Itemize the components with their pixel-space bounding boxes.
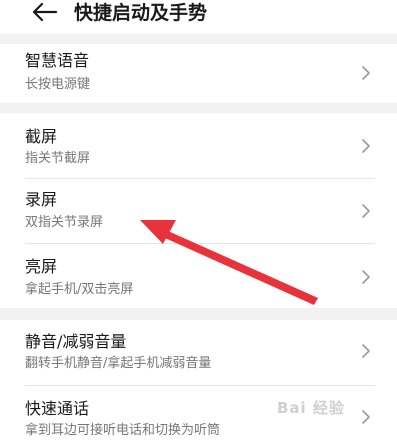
watermark: Bai 经验 [277, 399, 345, 417]
annotation-arrow [140, 220, 318, 305]
